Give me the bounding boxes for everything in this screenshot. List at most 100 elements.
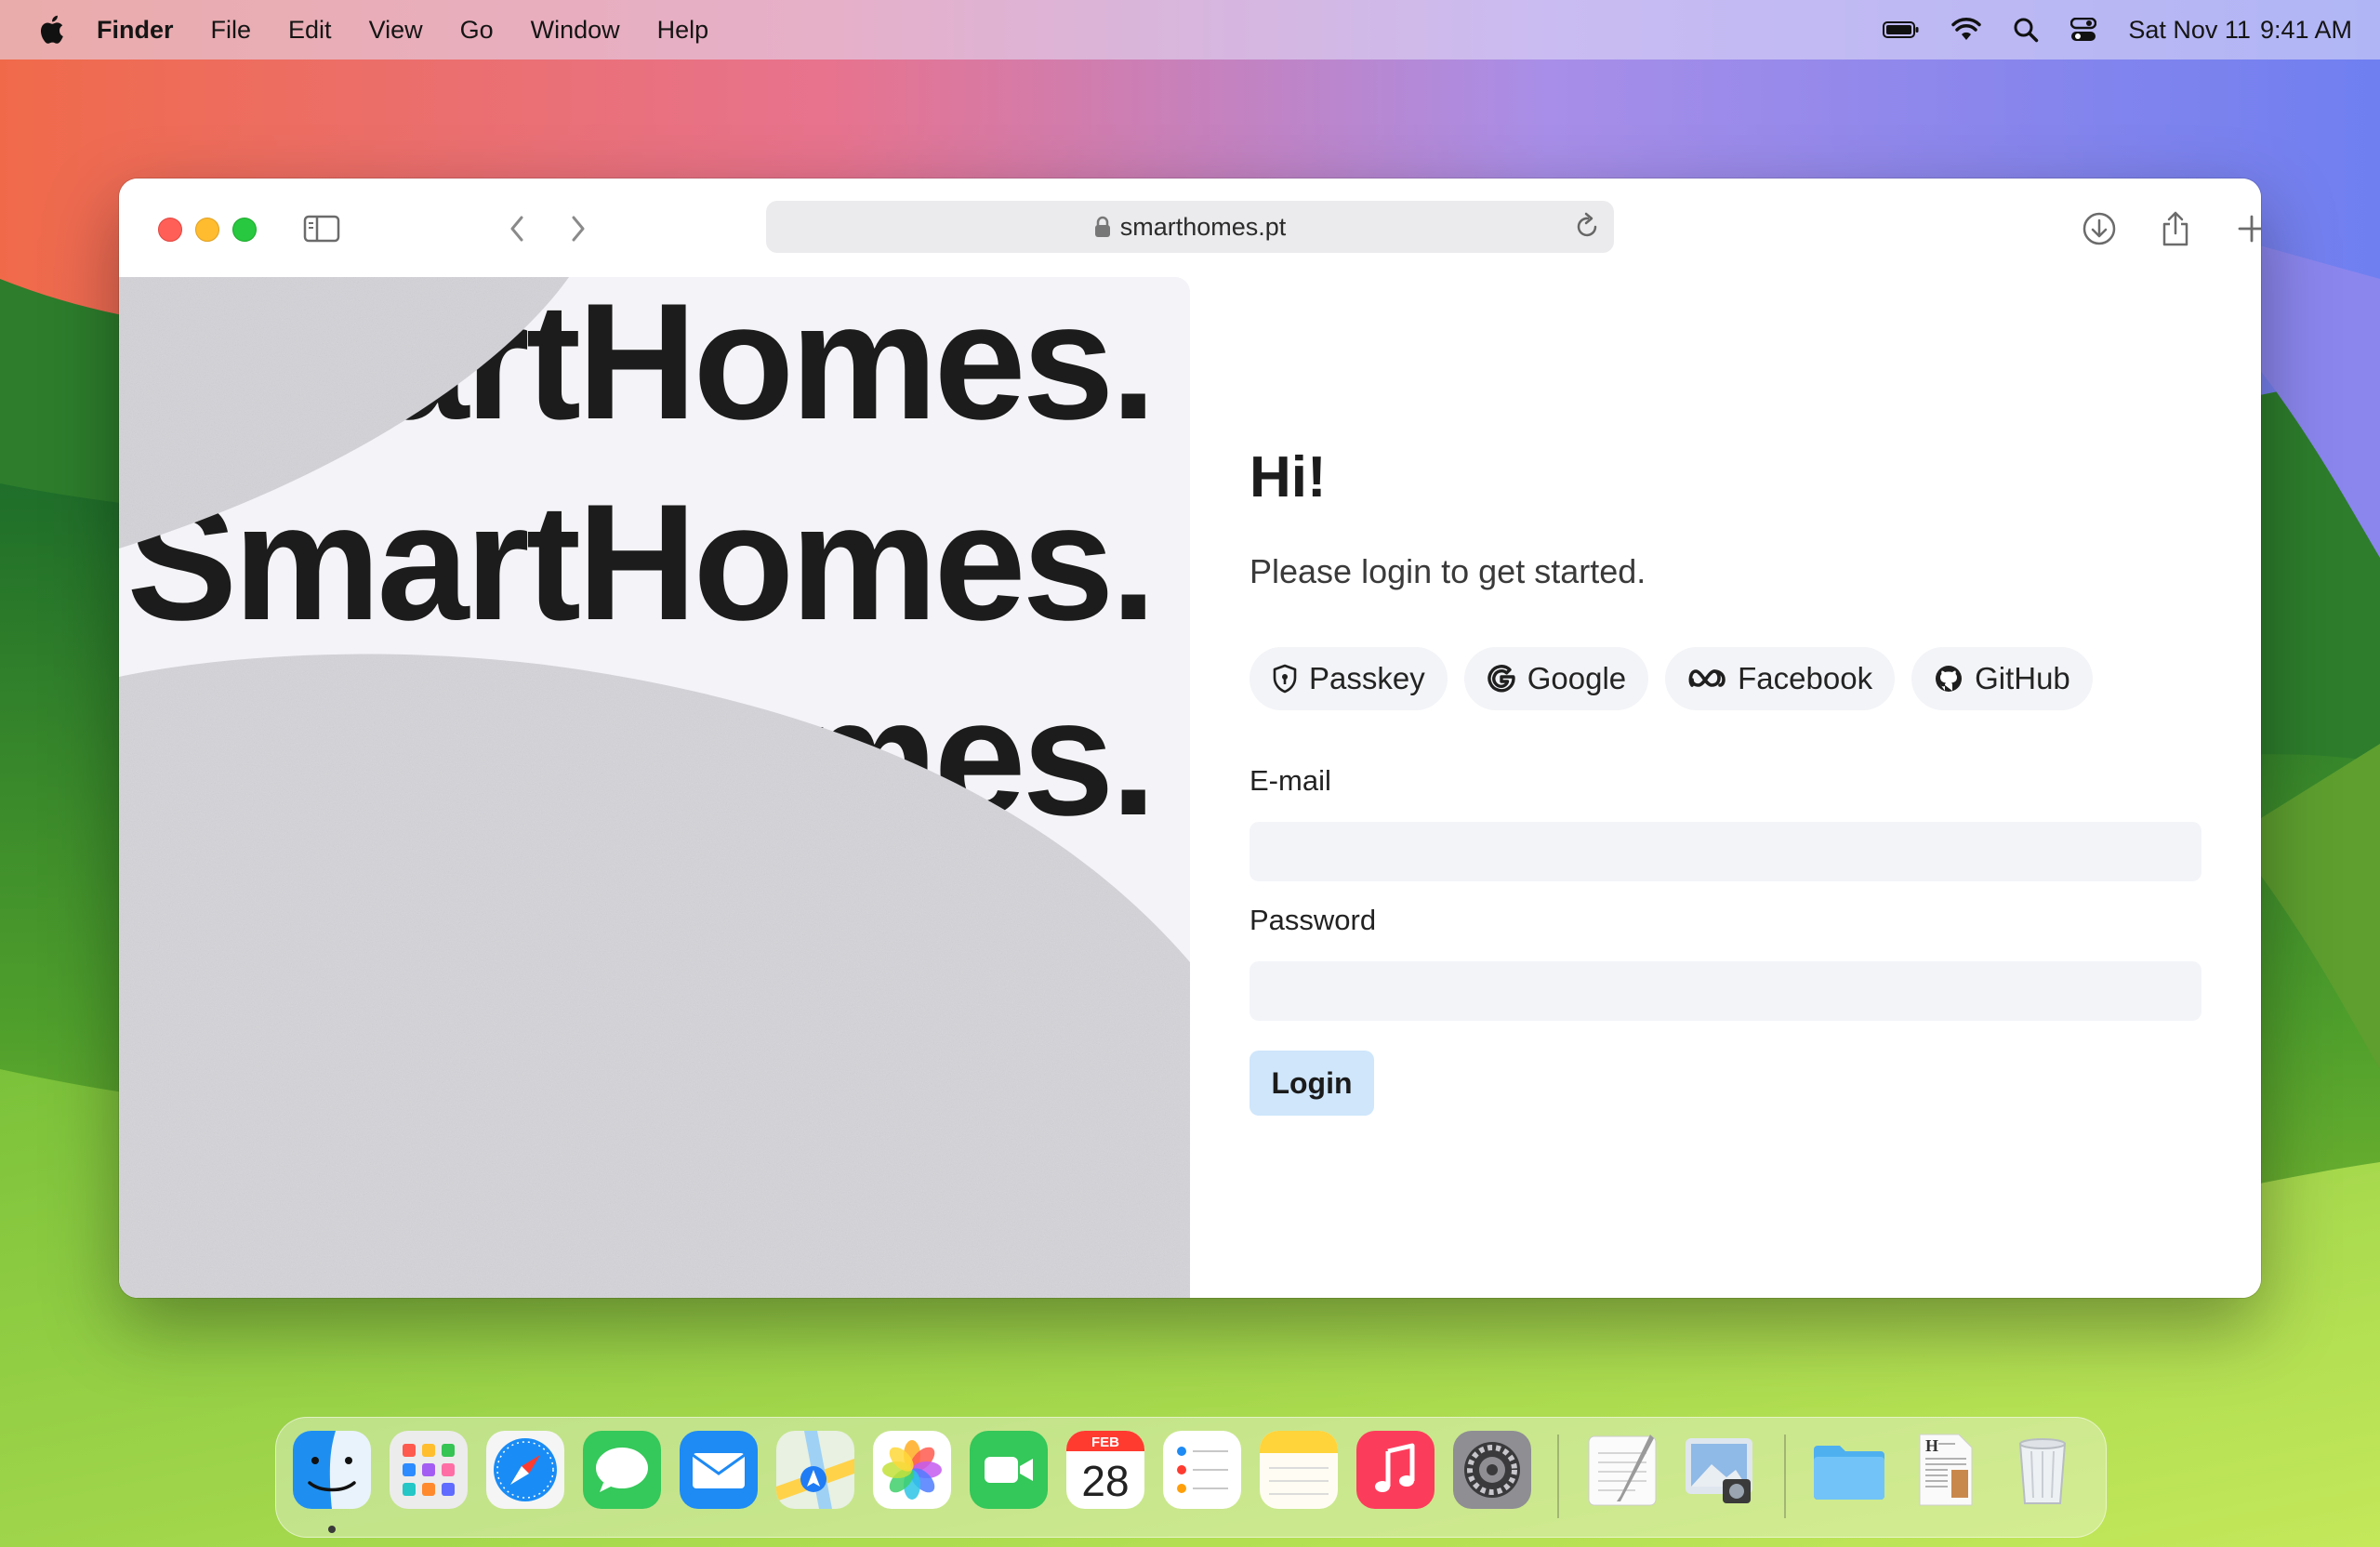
dock-notes[interactable] [1260, 1431, 1338, 1509]
forward-icon[interactable] [556, 206, 601, 251]
document-icon: H [1919, 1434, 1973, 1506]
browser-toolbar: smarthomes.pt [119, 178, 2261, 277]
settings-gear-icon [1453, 1431, 1531, 1509]
dock-document[interactable]: H [1907, 1431, 1985, 1509]
dock-calendar[interactable]: FEB 28 [1066, 1431, 1144, 1509]
apple-logo-icon[interactable] [35, 13, 65, 46]
dock-photos[interactable] [873, 1431, 951, 1509]
dock-mail[interactable] [680, 1431, 758, 1509]
passkey-label: Passkey [1309, 661, 1425, 695]
menu-date: Sat Nov 11 [2128, 15, 2251, 44]
wifi-icon[interactable] [1951, 18, 1982, 42]
dock-separator-2 [1784, 1435, 1786, 1518]
dock-maps[interactable] [776, 1431, 854, 1509]
dock-facetime[interactable] [970, 1431, 1048, 1509]
dock-launchpad[interactable] [390, 1431, 468, 1509]
music-icon [1356, 1431, 1435, 1509]
hero-graphic: SmartHomes. SmartHomes. SmartHomes. [119, 277, 1190, 1298]
google-label: Google [1527, 661, 1627, 695]
password-field[interactable] [1250, 961, 2202, 1021]
finder-icon [293, 1431, 371, 1509]
dock-finder[interactable] [293, 1431, 371, 1509]
passkey-shield-icon [1272, 664, 1298, 694]
google-icon [1487, 664, 1516, 694]
dock-messages[interactable] [583, 1431, 661, 1509]
sidebar-icon[interactable] [299, 206, 344, 251]
maps-icon [776, 1431, 854, 1509]
calendar-icon: FEB 28 [1066, 1431, 1144, 1509]
menu-time: 9:41 AM [2259, 15, 2352, 44]
back-icon[interactable] [495, 206, 539, 251]
mail-icon [680, 1431, 758, 1509]
meta-icon [1687, 667, 1726, 691]
preview-icon [1686, 1438, 1752, 1503]
trash-icon [2018, 1438, 2067, 1504]
download-icon[interactable] [2077, 206, 2122, 251]
safari-window: smarthomes.pt SmartHomes. SmartHomes. Hi… [119, 178, 2261, 1298]
reload-icon[interactable] [1575, 212, 1601, 246]
calendar-month: FEB [1091, 1435, 1119, 1450]
dock-trash[interactable] [2003, 1431, 2082, 1509]
menu-edit[interactable]: Edit [288, 16, 332, 45]
github-button[interactable]: GitHub [1911, 647, 2093, 710]
control-center-icon[interactable] [2070, 18, 2097, 42]
facebook-label: Facebook [1738, 661, 1873, 695]
dock-textedit[interactable] [1583, 1431, 1661, 1509]
facetime-icon [970, 1431, 1048, 1509]
menu-help[interactable]: Help [657, 16, 709, 45]
email-field[interactable] [1250, 822, 2202, 881]
lock-icon [1094, 216, 1111, 238]
dock-preview[interactable] [1680, 1431, 1758, 1509]
new-tab-icon[interactable] [2229, 206, 2261, 251]
github-icon [1934, 664, 1964, 694]
menu-window[interactable]: Window [531, 16, 620, 45]
auth-providers: Passkey Google Facebook GitHub [1250, 647, 2109, 710]
calendar-day: 28 [1081, 1457, 1129, 1505]
menu-view[interactable]: View [369, 16, 423, 45]
photos-icon [873, 1431, 951, 1509]
window-close-button[interactable] [158, 218, 182, 242]
hero-panel: SmartHomes. SmartHomes. SmartHomes. [119, 277, 1190, 1298]
dock-music[interactable] [1356, 1431, 1435, 1509]
spotlight-search-icon[interactable] [2013, 17, 2039, 43]
hero-word-line-2: SmartHomes. [126, 469, 1153, 654]
messages-icon [583, 1431, 661, 1509]
login-panel: Hi! Please login to get started. Passkey… [1190, 277, 2261, 1298]
email-label: E-mail [1250, 764, 1331, 797]
launchpad-icon [390, 1431, 468, 1509]
menu-go[interactable]: Go [460, 16, 494, 45]
dock-safari[interactable] [486, 1431, 564, 1509]
dock-separator [1557, 1435, 1559, 1518]
dock-downloads-folder[interactable] [1810, 1431, 1888, 1509]
folder-icon [1814, 1446, 1884, 1500]
safari-icon [486, 1431, 564, 1509]
textedit-icon [1588, 1435, 1657, 1506]
login-button[interactable]: Login [1250, 1051, 1374, 1116]
password-label: Password [1250, 904, 1377, 936]
menu-bar: Finder File Edit View Go Window Help Sat… [0, 0, 2380, 60]
google-button[interactable]: Google [1463, 647, 1649, 710]
address-bar[interactable]: smarthomes.pt [766, 201, 1614, 253]
login-subtitle: Please login to get started. [1250, 552, 1646, 590]
url-text: smarthomes.pt [1119, 212, 1287, 241]
share-icon[interactable] [2153, 206, 2198, 251]
status-area: Sat Nov 11 9:41 AM [1851, 0, 2352, 60]
login-title: Hi! [1250, 445, 1327, 509]
reminders-icon [1163, 1431, 1241, 1509]
finder-running-indicator [328, 1526, 336, 1533]
dock-system-settings[interactable] [1453, 1431, 1531, 1509]
notes-icon [1260, 1431, 1338, 1509]
menu-app-finder[interactable]: Finder [97, 16, 174, 45]
window-minimize-button[interactable] [195, 218, 219, 242]
dock-reminders[interactable] [1163, 1431, 1241, 1509]
document-glyph: H [1925, 1436, 1938, 1455]
battery-icon[interactable] [1883, 20, 1920, 39]
window-zoom-button[interactable] [232, 218, 257, 242]
passkey-button[interactable]: Passkey [1250, 647, 1448, 710]
github-label: GitHub [1975, 661, 2070, 695]
menu-clock[interactable]: Sat Nov 11 9:41 AM [2128, 16, 2352, 45]
page-content: SmartHomes. SmartHomes. SmartHomes. Hi! … [119, 277, 2261, 1298]
dock: FEB 28 H [275, 1417, 2107, 1538]
menu-file[interactable]: File [211, 16, 252, 45]
facebook-button[interactable]: Facebook [1665, 647, 1896, 710]
